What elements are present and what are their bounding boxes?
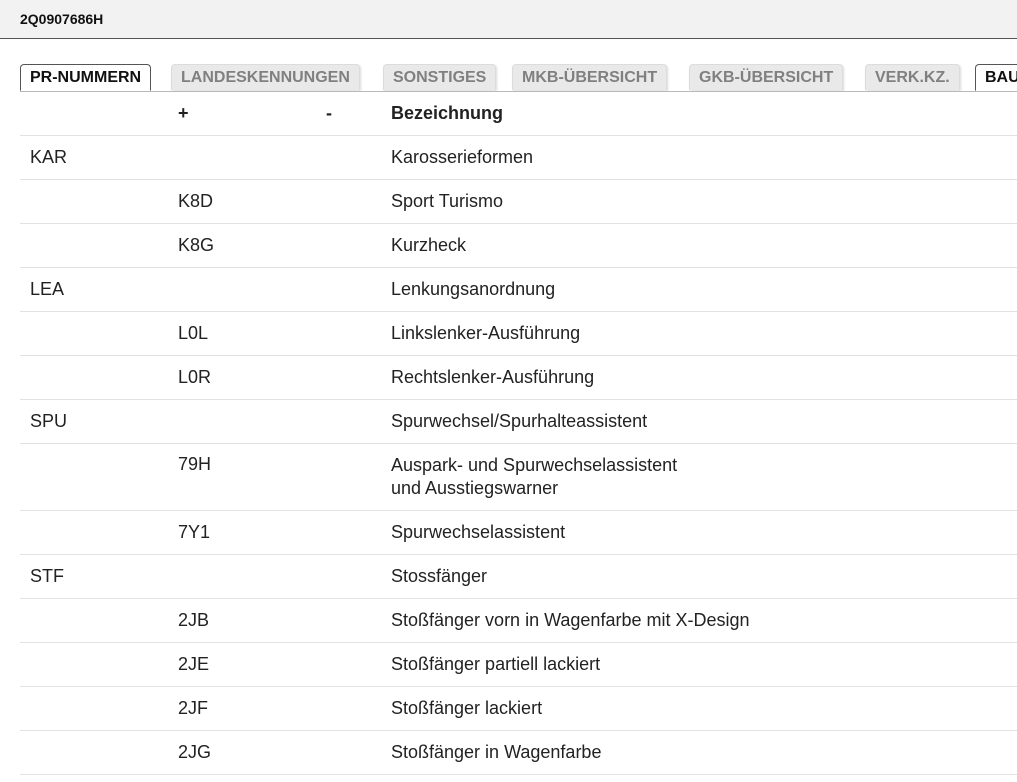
description: Linkslenker-Ausführung [391,312,951,355]
description-text: Lenkungsanordnung [391,279,556,299]
column-header-description: Bezeichnung [391,103,504,123]
description-text: Stoßfänger in Wagenfarbe [391,742,602,762]
table-row: L0R Rechtslenker-Ausführung [20,356,1017,400]
table-row: STF Stossfänger [20,555,1017,599]
description-text: Spurwechsel/Spurhalteassistent [391,411,648,431]
table-row: SPU Spurwechsel/Spurhalteassistent [20,400,1017,444]
description-text: Stoßfänger lackiert [391,698,543,718]
table-row: KAR Karosserieformen [20,136,1017,180]
tab-bau[interactable]: BAU [975,64,1017,91]
table-row: K8D Sport Turismo [20,180,1017,224]
description-text: Stoßfänger vorn in Wagenfarbe mit X-Desi… [391,610,750,630]
table-row: 7Y1 Spurwechselassistent [20,511,1017,555]
description-text: Stoßfänger partiell lackiert [391,654,601,674]
header-bar: 2Q0907686H [0,0,1017,39]
description: Rechtslenker-Ausführung [391,356,951,399]
column-header-minus: - [326,103,332,123]
description-text: Sport Turismo [391,191,504,211]
description: Sport Turismo [391,180,951,223]
group-code: KAR [30,147,68,167]
description-text: Rechtslenker-Ausführung [391,367,595,387]
plus-code: 79H [178,454,212,474]
tab-verk-kz[interactable]: VERK.KZ. [865,64,960,90]
plus-code: 2JB [178,610,210,630]
tab-bar: PR-NUMMERN LANDESKENNUNGEN SONSTIGES MKB… [20,64,1017,92]
part-number-title: 2Q0907686H [20,11,104,27]
plus-code: 7Y1 [178,522,211,542]
description: Stoßfänger vorn in Wagenfarbe mit X-Desi… [391,599,951,642]
description-text: Linkslenker-Ausführung [391,323,581,343]
column-header-plus: + [178,103,189,123]
group-code: SPU [30,411,68,431]
description: Stoßfänger in Wagenfarbe [391,731,951,774]
plus-code: 2JG [178,742,212,762]
table-row: 79H Auspark- und Spurwechselassistent un… [20,444,1017,511]
table-row: K8G Kurzheck [20,224,1017,268]
description-text: Stossfänger [391,566,488,586]
description: Kurzheck [391,224,951,267]
table-header-row: + - Bezeichnung [20,92,1017,136]
description: Spurwechselassistent [391,511,951,554]
table-row: LEA Lenkungsanordnung [20,268,1017,312]
tab-mkb-uebersicht[interactable]: MKB-ÜBERSICHT [512,64,668,90]
tab-landeskennungen[interactable]: LANDESKENNUNGEN [171,64,360,90]
description-text: Kurzheck [391,235,467,255]
plus-code: L0L [178,323,209,343]
description: Stoßfänger partiell lackiert [391,643,951,686]
description: Stoßfänger lackiert [391,687,951,730]
group-code: STF [30,566,64,586]
group-code: LEA [30,279,65,299]
description: Lenkungsanordnung [391,268,951,311]
tab-sonstiges[interactable]: SONSTIGES [383,64,497,90]
plus-code: 2JF [178,698,209,718]
table-row: 2JF Stoßfänger lackiert [20,687,1017,731]
plus-code: K8D [178,191,214,211]
description: Karosserieformen [391,136,951,179]
pr-number-table: + - Bezeichnung KAR Karosserieformen K8D… [20,92,1017,775]
description-text: Spurwechselassistent [391,522,566,542]
tab-pr-nummern[interactable]: PR-NUMMERN [20,64,152,91]
table-row: L0L Linkslenker-Ausführung [20,312,1017,356]
table-row: 2JG Stoßfänger in Wagenfarbe [20,731,1017,775]
table-row: 2JE Stoßfänger partiell lackiert [20,643,1017,687]
plus-code: L0R [178,367,212,387]
plus-code: K8G [178,235,215,255]
table-row: 2JB Stoßfänger vorn in Wagenfarbe mit X-… [20,599,1017,643]
description: Auspark- und Spurwechselassistent und Au… [391,444,951,510]
description-text: Auspark- und Spurwechselassistent und Au… [391,455,678,498]
description: Stossfänger [391,555,951,598]
tab-gkb-uebersicht[interactable]: GKB-ÜBERSICHT [689,64,844,90]
description-text: Karosserieformen [391,147,534,167]
description: Spurwechsel/Spurhalteassistent [391,400,951,443]
plus-code: 2JE [178,654,210,674]
